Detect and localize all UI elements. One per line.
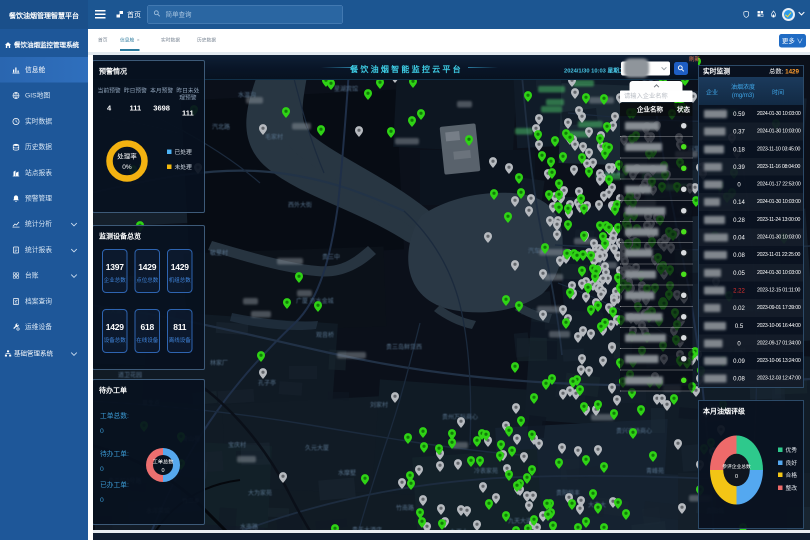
svg-text:孔子亭: 孔子亭	[258, 379, 276, 387]
svg-text:工单总数: 工单总数	[153, 458, 175, 466]
svg-text:处理率: 处理率	[117, 152, 137, 161]
svg-text:冷表家苑: 冷表家苑	[474, 467, 498, 475]
svg-text:竹南路: 竹南路	[396, 504, 414, 512]
svg-text:水摩墅: 水摩墅	[338, 469, 356, 477]
svg-text:参评企业总数: 参评企业总数	[722, 463, 751, 470]
svg-text:0: 0	[735, 474, 738, 480]
svg-text:0: 0	[161, 468, 164, 474]
svg-text:星湖宾馆: 星湖宾馆	[334, 85, 358, 93]
svg-text:九天大道: 九天大道	[508, 517, 532, 525]
svg-text:毛家村: 毛家村	[265, 133, 283, 141]
svg-text:0%: 0%	[122, 164, 132, 171]
svg-text:刘家村: 刘家村	[370, 401, 388, 409]
svg-text:林家厂: 林家厂	[210, 359, 228, 367]
svg-text:道卫花园: 道卫花园	[118, 371, 142, 379]
svg-text:观音桥: 观音桥	[316, 331, 334, 339]
svg-text:汽北路: 汽北路	[212, 123, 230, 131]
svg-text:敏星村: 敏星村	[210, 249, 228, 257]
svg-text:贵三中: 贵三中	[322, 253, 340, 261]
svg-text:贵三岛鲜货西: 贵三岛鲜货西	[386, 343, 422, 351]
svg-text:大为家苑: 大为家苑	[248, 489, 272, 497]
svg-text:宝庆村: 宝庆村	[228, 441, 246, 449]
svg-text:久元大厦: 久元大厦	[305, 444, 329, 452]
svg-text:西外大街: 西外大街	[288, 201, 312, 209]
svg-text:水南路: 水南路	[240, 523, 258, 530]
svg-text:青峰苑: 青峰苑	[646, 467, 664, 475]
